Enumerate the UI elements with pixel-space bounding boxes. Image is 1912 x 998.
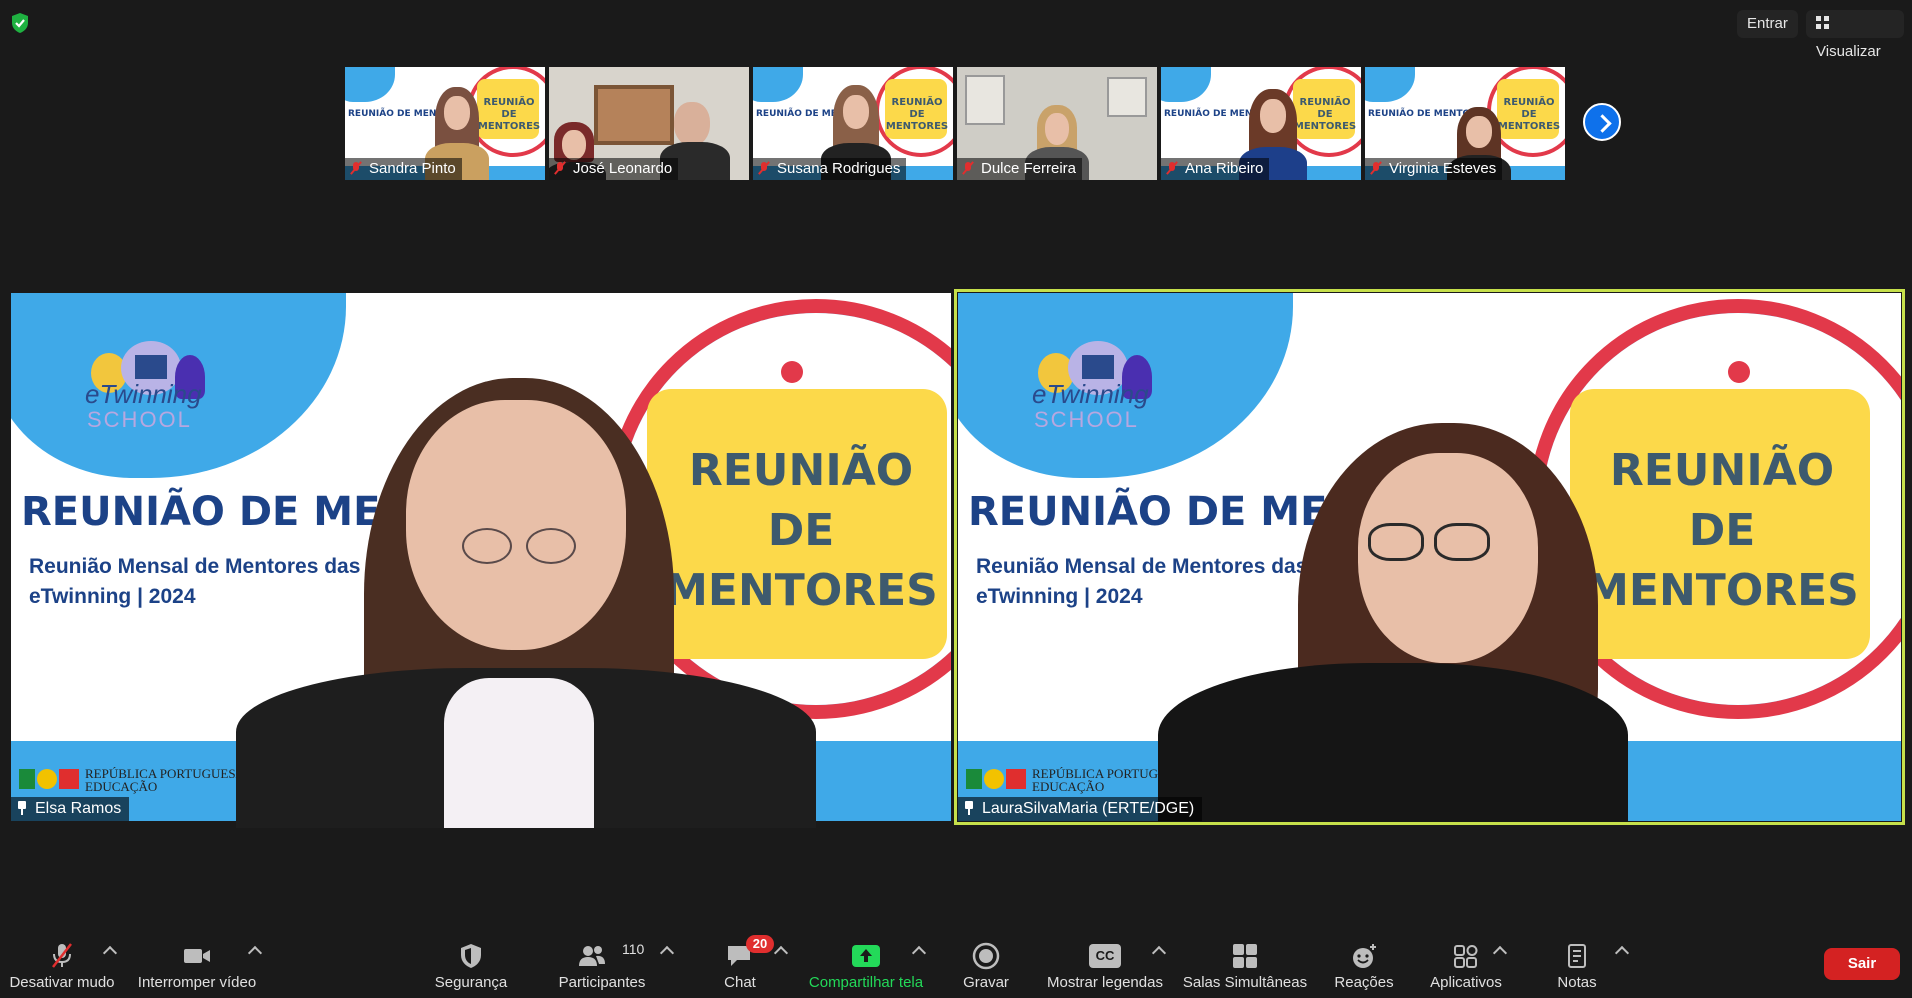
pin-icon [962, 801, 976, 815]
security-button[interactable]: Segurança [426, 930, 516, 998]
mic-muted-icon [1369, 161, 1383, 175]
participant-name-tag: Elsa Ramos [11, 797, 130, 821]
participant-name-tag: Ana Ribeiro [1161, 158, 1270, 180]
mute-button[interactable]: Desativar mudo [2, 930, 122, 998]
record-button[interactable]: Gravar [946, 930, 1026, 998]
wall-poster [965, 75, 1005, 125]
record-icon [972, 942, 1000, 970]
top-bar: Entrar Visualizar [0, 0, 1912, 60]
participant-thumbnail[interactable]: José Leonardo [549, 67, 749, 180]
participant-name-tag: LauraSilvaMaria (ERTE/DGE) [958, 797, 1203, 821]
participant-name-tag: Susana Rodrigues [753, 158, 907, 180]
enter-button[interactable]: Entrar [1737, 10, 1798, 38]
pin-icon [15, 801, 29, 815]
participant-thumbnail[interactable]: REUNIÃO DE MENTORES REUNIÃO DE MENTORES Sa… [345, 67, 545, 180]
video-camera-icon [184, 949, 210, 963]
smiley-add-icon [1353, 944, 1376, 968]
view-button[interactable]: Visualizar [1806, 10, 1904, 60]
share-screen-icon [852, 945, 880, 967]
view-button-label: Visualizar [1816, 43, 1881, 60]
shield-check-icon[interactable] [10, 12, 30, 34]
pushpin-icon [781, 361, 803, 383]
video-tile-active-speaker[interactable]: REUNIÃO DE MENTORES eTwinning SCHOOL REUNI… [954, 289, 1905, 825]
participant-thumbnail[interactable]: Dulce Ferreira [957, 67, 1157, 180]
participant-thumbnail[interactable]: REUNIÃO DE MENTORES REUNIÃO DE MENTORES An… [1161, 67, 1361, 180]
participant-thumbnail[interactable]: REUNIÃO DE MENTORES REUNIÃO DE MENTORES Su… [753, 67, 953, 180]
mic-muted-icon [52, 943, 72, 968]
participants-button[interactable]: 110 Participantes [552, 930, 652, 998]
pushpin-icon [1728, 361, 1750, 383]
stop-video-button[interactable]: Interromper vídeo [132, 930, 262, 998]
participant-name-tag: Sandra Pinto [345, 158, 462, 180]
share-screen-button[interactable]: Compartilhar tela [800, 930, 932, 998]
breakout-rooms-button[interactable]: Salas Simultâneas [1180, 930, 1310, 998]
meeting-toolbar: Desativar mudo Interromper vídeo Seguran… [0, 930, 1912, 998]
breakout-rooms-icon [1233, 944, 1257, 968]
mic-muted-icon [349, 161, 363, 175]
reactions-button[interactable]: Reações [1324, 930, 1404, 998]
participant-thumbnail[interactable]: REUNIÃO DE MENTORES REUNIÃO DE MENTORES Vi… [1365, 67, 1565, 180]
apps-button[interactable]: Aplicativos [1420, 930, 1512, 998]
shield-icon [461, 944, 481, 968]
wall-poster [1107, 77, 1147, 117]
more-options-chevron-icon[interactable] [1614, 945, 1630, 961]
participant-name-tag: Virginia Esteves [1365, 158, 1503, 180]
apps-icon [1454, 945, 1478, 968]
mic-muted-icon [961, 161, 975, 175]
chat-button[interactable]: 20 Chat [700, 930, 780, 998]
chat-unread-badge: 20 [746, 935, 774, 953]
participants-count: 110 [622, 941, 645, 957]
mic-muted-icon [1165, 161, 1179, 175]
notes-button[interactable]: Notas [1540, 930, 1614, 998]
closed-captions-icon: CC [1089, 944, 1121, 968]
portugal-flag-icon [966, 769, 1026, 789]
next-page-button[interactable] [1583, 103, 1621, 141]
participants-options-chevron-icon[interactable] [659, 945, 675, 961]
participants-icon [579, 946, 605, 966]
show-captions-button[interactable]: CC Mostrar legendas [1043, 930, 1167, 998]
portugal-flag-icon [19, 769, 79, 789]
wall-painting [594, 85, 674, 145]
notes-icon [1568, 944, 1586, 968]
participant-name-tag: José Leonardo [549, 158, 679, 180]
grid-view-icon [1816, 16, 1829, 29]
mic-muted-icon [757, 161, 771, 175]
leave-meeting-button[interactable]: Sair [1824, 948, 1900, 980]
participant-name-tag: Dulce Ferreira [957, 158, 1083, 180]
video-tile[interactable]: REUNIÃO DE MENTORES eTwinning SCHOOL REUNI… [11, 293, 951, 828]
mic-muted-icon [553, 161, 567, 175]
